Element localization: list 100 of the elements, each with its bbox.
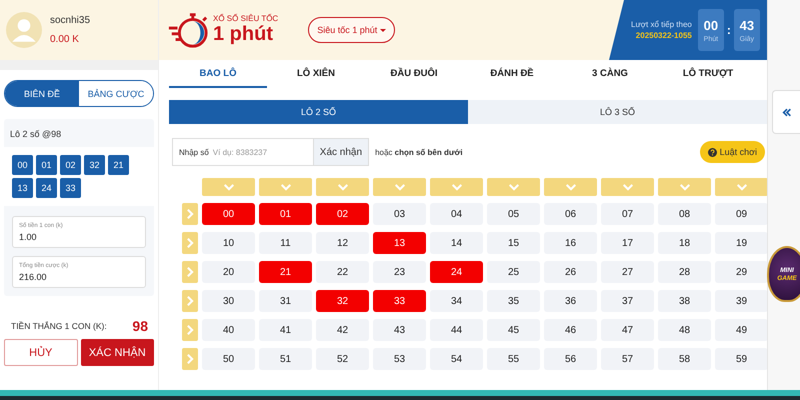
number-cell[interactable]: 01 bbox=[259, 203, 312, 225]
column-select-button[interactable] bbox=[715, 178, 768, 196]
sub-tab[interactable]: LÔ 2 SỐ bbox=[169, 100, 468, 124]
number-input-field[interactable]: Ví dụ: 8383237 bbox=[212, 138, 313, 166]
number-cell[interactable]: 41 bbox=[259, 319, 312, 341]
number-cell[interactable]: 43 bbox=[373, 319, 426, 341]
number-cell[interactable]: 00 bbox=[202, 203, 255, 225]
row-select-button[interactable] bbox=[182, 290, 198, 312]
number-cell[interactable]: 23 bbox=[373, 261, 426, 283]
row-select-button[interactable] bbox=[182, 232, 198, 254]
selected-number-chip: 13 bbox=[12, 178, 33, 198]
number-cell[interactable]: 31 bbox=[259, 290, 312, 312]
collapse-button[interactable] bbox=[772, 90, 800, 134]
number-cell[interactable]: 20 bbox=[202, 261, 255, 283]
number-cell[interactable]: 06 bbox=[544, 203, 597, 225]
game-select-dropdown[interactable]: Siêu tốc 1 phút bbox=[308, 17, 396, 43]
double-chevron-left-icon bbox=[782, 108, 792, 116]
number-cell[interactable]: 59 bbox=[715, 348, 768, 370]
number-cell[interactable]: 57 bbox=[601, 348, 654, 370]
column-select-button[interactable] bbox=[373, 178, 426, 196]
number-cell[interactable]: 44 bbox=[430, 319, 483, 341]
number-cell[interactable]: 52 bbox=[316, 348, 369, 370]
number-cell[interactable]: 19 bbox=[715, 232, 768, 254]
number-cell[interactable]: 42 bbox=[316, 319, 369, 341]
number-cell[interactable]: 07 bbox=[601, 203, 654, 225]
number-cell[interactable]: 33 bbox=[373, 290, 426, 312]
logo-subtitle: XỔ SỐ SIÊU TỐC bbox=[213, 14, 278, 23]
number-cell[interactable]: 32 bbox=[316, 290, 369, 312]
side-tab[interactable]: BIÊN ĐỀ bbox=[5, 81, 79, 106]
number-cell[interactable]: 21 bbox=[259, 261, 312, 283]
number-cell[interactable]: 04 bbox=[430, 203, 483, 225]
number-cell[interactable]: 34 bbox=[430, 290, 483, 312]
number-cell[interactable]: 56 bbox=[544, 348, 597, 370]
number-cell[interactable]: 05 bbox=[487, 203, 540, 225]
number-cell[interactable]: 38 bbox=[658, 290, 711, 312]
number-cell[interactable]: 49 bbox=[715, 319, 768, 341]
number-cell[interactable]: 37 bbox=[601, 290, 654, 312]
number-cell[interactable]: 36 bbox=[544, 290, 597, 312]
number-cell[interactable]: 53 bbox=[373, 348, 426, 370]
number-cell[interactable]: 25 bbox=[487, 261, 540, 283]
row-select-button[interactable] bbox=[182, 203, 198, 225]
chevron-down-icon bbox=[564, 183, 576, 191]
number-cell[interactable]: 28 bbox=[658, 261, 711, 283]
sub-tab[interactable]: LÔ 3 SỐ bbox=[468, 100, 767, 124]
number-cell[interactable]: 10 bbox=[202, 232, 255, 254]
number-cell[interactable]: 24 bbox=[430, 261, 483, 283]
number-cell[interactable]: 13 bbox=[373, 232, 426, 254]
chevron-right-icon bbox=[186, 295, 194, 307]
chevron-right-icon bbox=[186, 266, 194, 278]
number-cell[interactable]: 09 bbox=[715, 203, 768, 225]
number-cell[interactable]: 02 bbox=[316, 203, 369, 225]
number-cell[interactable]: 08 bbox=[658, 203, 711, 225]
number-cell[interactable]: 48 bbox=[658, 319, 711, 341]
number-cell[interactable]: 22 bbox=[316, 261, 369, 283]
column-select-button[interactable] bbox=[202, 178, 255, 196]
row-select-button[interactable] bbox=[182, 319, 198, 341]
selected-number-chip: 32 bbox=[84, 155, 105, 175]
number-cell[interactable]: 50 bbox=[202, 348, 255, 370]
row-select-button[interactable] bbox=[182, 348, 198, 370]
submit-number-button[interactable]: Xác nhận bbox=[312, 138, 370, 166]
chevron-right-icon bbox=[186, 208, 194, 220]
number-cell[interactable]: 27 bbox=[601, 261, 654, 283]
number-cell[interactable]: 26 bbox=[544, 261, 597, 283]
number-cell[interactable]: 55 bbox=[487, 348, 540, 370]
cancel-button[interactable]: HỦY bbox=[4, 339, 78, 366]
chevron-down-icon bbox=[222, 183, 234, 191]
selected-number-chip: 01 bbox=[36, 155, 57, 175]
number-cell[interactable]: 16 bbox=[544, 232, 597, 254]
rules-button[interactable]: Luật chơi bbox=[700, 141, 765, 163]
chevron-down-icon bbox=[450, 183, 462, 191]
number-cell[interactable]: 14 bbox=[430, 232, 483, 254]
number-cell[interactable]: 47 bbox=[601, 319, 654, 341]
number-cell[interactable]: 40 bbox=[202, 319, 255, 341]
number-cell[interactable]: 39 bbox=[715, 290, 768, 312]
row-select-button[interactable] bbox=[182, 261, 198, 283]
number-cell[interactable]: 54 bbox=[430, 348, 483, 370]
number-cell[interactable]: 18 bbox=[658, 232, 711, 254]
number-cell[interactable]: 46 bbox=[544, 319, 597, 341]
number-cell[interactable]: 35 bbox=[487, 290, 540, 312]
column-select-button[interactable] bbox=[316, 178, 369, 196]
selected-number-chip: 21 bbox=[108, 155, 129, 175]
column-select-button[interactable] bbox=[658, 178, 711, 196]
column-select-button[interactable] bbox=[430, 178, 483, 196]
number-cell[interactable]: 03 bbox=[373, 203, 426, 225]
help-icon bbox=[708, 148, 717, 156]
number-cell[interactable]: 51 bbox=[259, 348, 312, 370]
column-select-button[interactable] bbox=[544, 178, 597, 196]
column-select-button[interactable] bbox=[487, 178, 540, 196]
column-select-button[interactable] bbox=[601, 178, 654, 196]
number-cell[interactable]: 15 bbox=[487, 232, 540, 254]
confirm-button[interactable]: XÁC NHẬN bbox=[80, 339, 154, 366]
number-cell[interactable]: 12 bbox=[316, 232, 369, 254]
chevron-right-icon bbox=[186, 324, 194, 336]
number-cell[interactable]: 58 bbox=[658, 348, 711, 370]
number-cell[interactable]: 30 bbox=[202, 290, 255, 312]
column-select-button[interactable] bbox=[259, 178, 312, 196]
number-cell[interactable]: 45 bbox=[487, 319, 540, 341]
number-cell[interactable]: 29 bbox=[715, 261, 768, 283]
number-cell[interactable]: 17 bbox=[601, 232, 654, 254]
number-cell[interactable]: 11 bbox=[259, 232, 312, 254]
